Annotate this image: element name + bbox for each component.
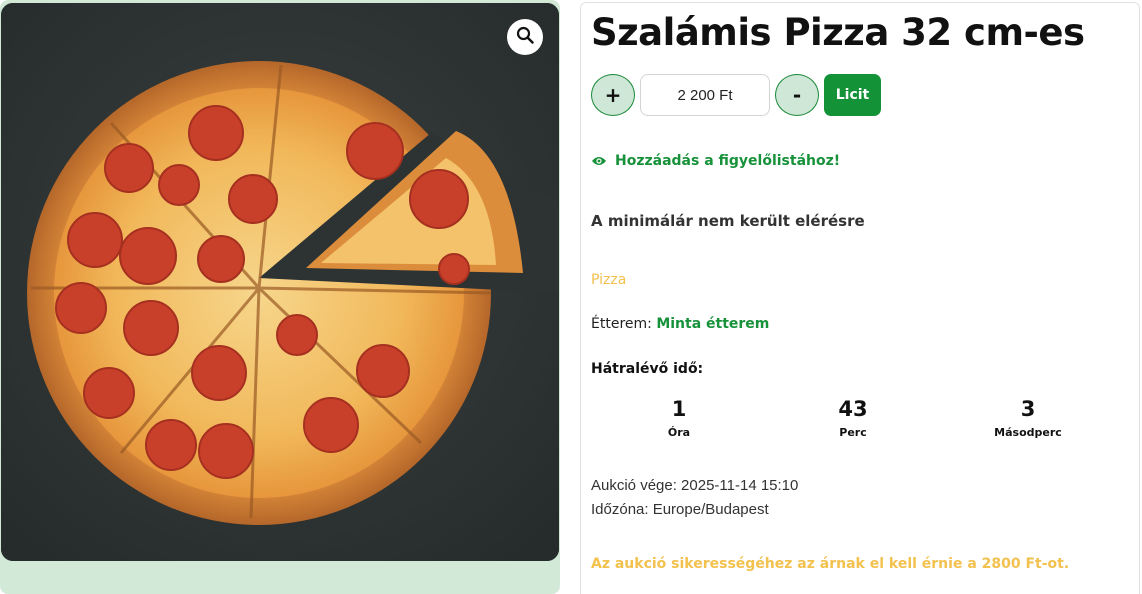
bid-price-input[interactable] <box>640 74 770 116</box>
product-summary: Szalámis Pizza 32 cm-es + - Licit Hozzáa… <box>580 2 1140 594</box>
add-to-watchlist-link[interactable]: Hozzáadás a figyelőlistához! <box>591 153 840 169</box>
countdown-timer: 1 Óra 43 Perc 3 Másodperc <box>581 396 1141 446</box>
product-gallery <box>0 0 560 594</box>
auction-end-info: Aukció vége: 2025-11-14 15:10 Időzóna: E… <box>591 474 798 522</box>
product-title: Szalámis Pizza 32 cm-es <box>591 11 1085 54</box>
pizza-illustration <box>1 3 559 561</box>
bid-form: + - Licit <box>591 74 881 116</box>
countdown-value: 1 <box>671 397 687 421</box>
eye-icon <box>591 155 607 167</box>
countdown-unit: Másodperc <box>994 426 1062 439</box>
reserve-price-notice: Az aukció sikerességéhez az árnak el kel… <box>591 556 1070 572</box>
decrease-price-button[interactable]: - <box>775 74 819 116</box>
countdown-value: 3 <box>1020 397 1036 421</box>
countdown-value: 43 <box>838 397 868 421</box>
restaurant-info: Étterem: Minta étterem <box>591 316 769 332</box>
watchlist-label: Hozzáadás a figyelőlistához! <box>615 153 841 169</box>
increase-price-button[interactable]: + <box>591 74 635 116</box>
auction-end-date: Aukció vége: 2025-11-14 15:10 <box>591 477 799 494</box>
reserve-status: A minimálár nem került elérésre <box>591 212 865 230</box>
remaining-time-label: Hátralévő idő: <box>591 361 704 377</box>
product-image[interactable] <box>1 3 559 561</box>
zoom-button[interactable] <box>507 19 543 55</box>
search-icon <box>516 26 534 48</box>
bid-submit-button[interactable]: Licit <box>824 74 881 116</box>
restaurant-link[interactable]: Minta étterem <box>656 316 769 332</box>
countdown-unit: Perc <box>839 426 867 439</box>
countdown-hours: 1 Óra <box>624 396 734 439</box>
countdown-seconds: 3 Másodperc <box>973 396 1083 439</box>
countdown-unit: Óra <box>667 426 691 439</box>
auction-timezone: Időzóna: Europe/Budapest <box>591 501 769 518</box>
restaurant-label: Étterem: <box>591 316 652 332</box>
category-link[interactable]: Pizza <box>591 272 626 288</box>
countdown-minutes: 43 Perc <box>798 396 908 439</box>
